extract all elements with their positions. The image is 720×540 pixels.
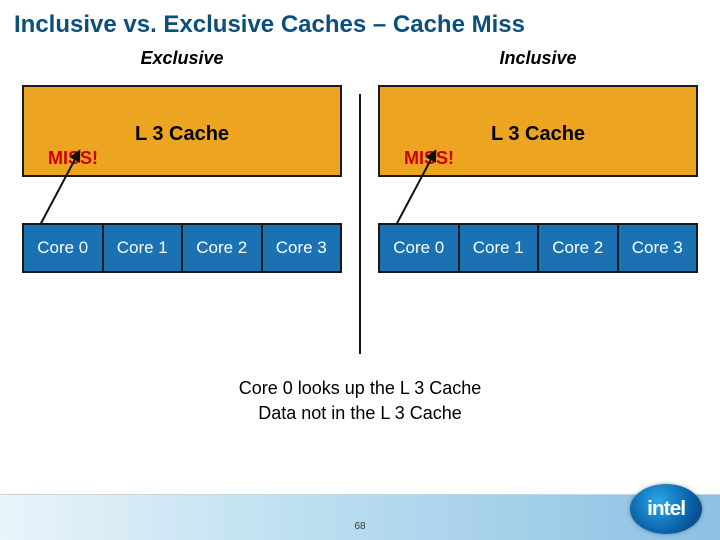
caption: Core 0 looks up the L 3 Cache Data not i… [0,376,720,426]
core-box: Core 3 [261,223,343,273]
core-box: Core 2 [537,223,619,273]
center-divider [359,94,361,354]
inclusive-column: Inclusive L 3 Cache MISS! Core 0 Core 1 … [378,48,698,354]
exclusive-arrow-gap [22,177,342,223]
exclusive-l3-miss: MISS! [48,148,330,169]
inclusive-cores: Core 0 Core 1 Core 2 Core 3 [378,223,698,273]
core-box: Core 1 [102,223,184,273]
caption-line-2: Data not in the L 3 Cache [0,401,720,426]
center-divider-wrap [355,48,365,354]
diagram-area: Exclusive L 3 Cache MISS! Core 0 Core 1 … [0,46,720,354]
exclusive-label: Exclusive [22,48,342,69]
intel-logo-text: intel [647,498,685,521]
core-box: Core 1 [458,223,540,273]
inclusive-l3-cache: L 3 Cache MISS! [378,85,698,177]
slide-title: Inclusive vs. Exclusive Caches – Cache M… [0,0,720,46]
core-box: Core 3 [617,223,699,273]
page-number: 68 [354,521,365,532]
exclusive-l3-cache: L 3 Cache MISS! [22,85,342,177]
caption-line-1: Core 0 looks up the L 3 Cache [0,376,720,401]
intel-logo: intel [630,484,702,534]
footer-band [0,494,720,540]
exclusive-l3-title: L 3 Cache [34,123,330,146]
exclusive-cores: Core 0 Core 1 Core 2 Core 3 [22,223,342,273]
inclusive-label: Inclusive [378,48,698,69]
exclusive-column: Exclusive L 3 Cache MISS! Core 0 Core 1 … [22,48,342,354]
inclusive-arrow-gap [378,177,698,223]
core-box: Core 2 [181,223,263,273]
core-box: Core 0 [378,223,460,273]
inclusive-l3-title: L 3 Cache [390,123,686,146]
inclusive-l3-miss: MISS! [404,148,686,169]
core-box: Core 0 [22,223,104,273]
